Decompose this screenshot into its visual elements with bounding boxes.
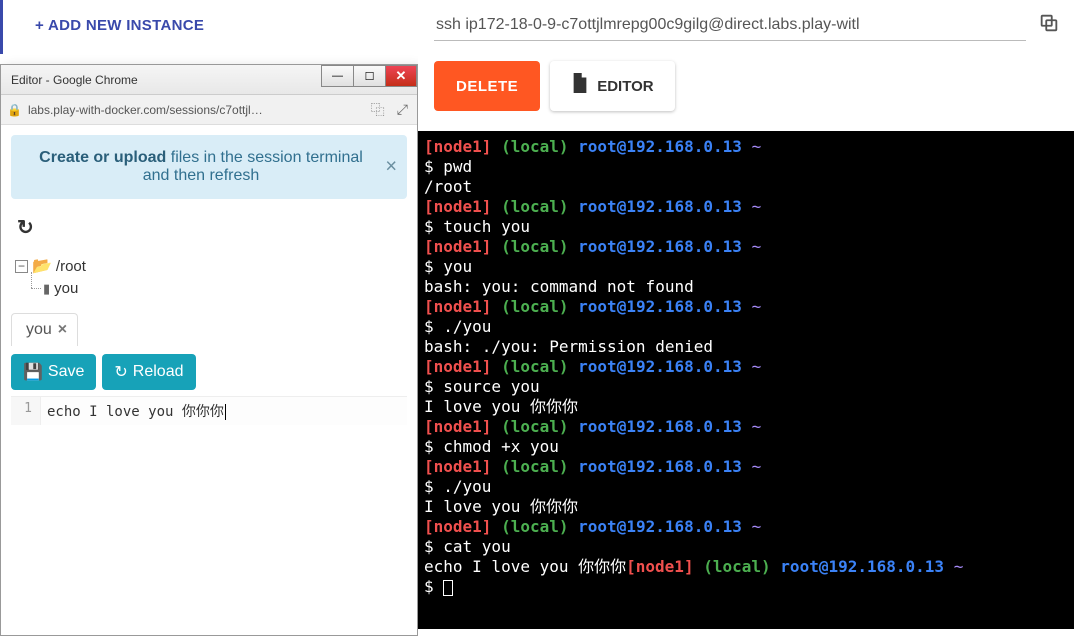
editor-actions: 💾 Save ↻ Reload <box>11 354 407 390</box>
maximize-button[interactable]: ☐ <box>353 65 385 87</box>
banner-bold: Create or upload <box>39 149 166 166</box>
url-text[interactable]: labs.play-with-docker.com/sessions/c7ott… <box>28 103 362 117</box>
add-instance-button[interactable]: + ADD NEW INSTANCE <box>0 0 233 51</box>
copy-icon[interactable] <box>1038 12 1060 40</box>
save-icon: 💾 <box>23 362 43 382</box>
refresh-icon[interactable]: ↻ <box>17 215 34 240</box>
tab-bar: you × <box>11 313 407 346</box>
reload-button[interactable]: ↻ Reload <box>102 354 195 390</box>
code-text: echo I love you 你你你 <box>47 404 224 420</box>
document-icon <box>571 73 589 99</box>
editor-popup-window: Editor - Google Chrome — ☐ ✕ 🔒 labs.play… <box>0 64 418 636</box>
minimize-button[interactable]: — <box>321 65 353 87</box>
tree-file-row[interactable]: ▮ you <box>43 278 407 299</box>
tree-root-row[interactable]: − 📂 /root <box>15 254 407 278</box>
window-titlebar[interactable]: Editor - Google Chrome — ☐ ✕ <box>1 65 417 95</box>
popout-icon[interactable]: ⤢ <box>394 101 411 118</box>
tab-close-icon[interactable]: × <box>58 321 67 339</box>
tree-collapse-icon[interactable]: − <box>15 260 28 273</box>
translate-icon[interactable]: ⿻ <box>368 100 388 120</box>
banner-rest: files in the session terminal and then r… <box>143 149 363 184</box>
tree-file-label: you <box>54 280 78 297</box>
lock-icon: 🔒 <box>7 103 22 117</box>
action-row: DELETE EDITOR <box>418 47 1074 131</box>
tree-root-label: /root <box>56 258 86 275</box>
window-controls: — ☐ ✕ <box>321 65 417 87</box>
code-line[interactable]: echo I love you 你你你 <box>41 397 232 425</box>
editor-tab[interactable]: you × <box>11 313 78 346</box>
ssh-row <box>418 0 1074 47</box>
banner-close-icon[interactable]: × <box>385 156 397 179</box>
info-banner: Create or upload files in the session te… <box>11 135 407 199</box>
terminal[interactable]: [node1] (local) root@192.168.0.13 ~ $ pw… <box>418 131 1074 629</box>
close-window-button[interactable]: ✕ <box>385 65 417 87</box>
file-icon: ▮ <box>43 281 50 297</box>
main-panel: DELETE EDITOR [node1] (local) root@192.1… <box>418 0 1074 636</box>
reload-label: Reload <box>133 363 184 381</box>
save-button[interactable]: 💾 Save <box>11 354 96 390</box>
reload-icon: ↻ <box>114 362 127 382</box>
window-title: Editor - Google Chrome <box>11 73 138 87</box>
folder-icon: 📂 <box>32 256 52 276</box>
editor-body: Create or upload files in the session te… <box>1 125 417 635</box>
editor-button[interactable]: EDITOR <box>550 61 674 111</box>
address-bar: 🔒 labs.play-with-docker.com/sessions/c7o… <box>1 95 417 125</box>
delete-button[interactable]: DELETE <box>434 61 540 111</box>
tab-label: you <box>26 321 52 339</box>
editor-button-label: EDITOR <box>597 78 653 95</box>
ssh-input[interactable] <box>434 10 1026 41</box>
text-cursor <box>225 404 226 420</box>
code-editor[interactable]: 1 echo I love you 你你你 <box>11 396 407 425</box>
file-tree: − 📂 /root ▮ you <box>15 254 407 299</box>
line-gutter: 1 <box>11 397 41 425</box>
save-label: Save <box>48 363 84 381</box>
